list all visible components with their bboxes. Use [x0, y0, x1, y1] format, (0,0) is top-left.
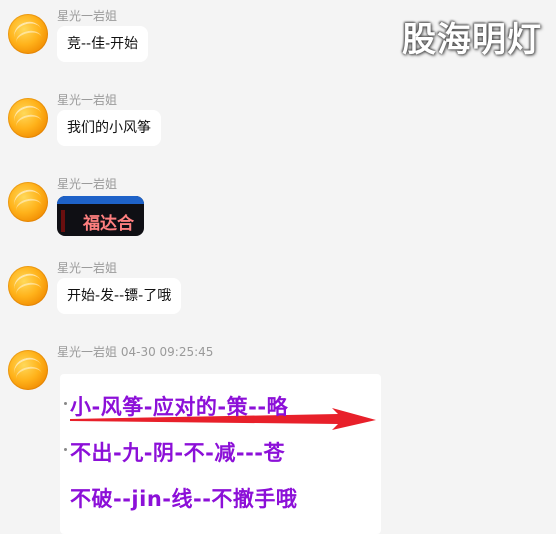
sender-name: 星光一岩姐 04-30 09:25:45 [57, 343, 213, 360]
sender-name: 星光一岩姐 [57, 177, 118, 191]
watermark-text: 股海明灯 [402, 20, 542, 60]
sticker-text: 福达合 [83, 214, 134, 234]
sticker-edge [61, 210, 65, 232]
sender-name: 星光一岩姐 [57, 261, 118, 275]
message-timestamp: 04-30 09:25:45 [120, 345, 214, 359]
message-bubble[interactable]: 竞--佳-开始 [57, 26, 149, 62]
avatar[interactable] [8, 14, 48, 54]
message-image[interactable]: 小-风筝-应对的-策--略 不出-九-阴-不-减---苍 不破--jin-线--… [60, 374, 381, 534]
avatar[interactable] [8, 182, 48, 222]
list-bullet [64, 448, 67, 451]
sticker-band [57, 196, 144, 204]
sender-name: 星光一岩姐 [57, 9, 118, 23]
sticker-image[interactable]: 福达合 [57, 196, 144, 236]
avatar[interactable] [8, 98, 48, 138]
sender-name-text: 星光一岩姐 [57, 345, 118, 359]
message-bubble[interactable]: 我们的小风筝 [57, 110, 161, 146]
avatar[interactable] [8, 266, 48, 306]
image-text-line: 不出-九-阴-不-减---苍 [70, 441, 286, 465]
avatar[interactable] [8, 350, 48, 390]
image-text-line: 小-风筝-应对的-策--略 [70, 395, 289, 419]
message-bubble[interactable]: 开始-发--镖-了哦 [57, 278, 182, 314]
list-bullet [64, 402, 67, 405]
sender-name: 星光一岩姐 [57, 93, 118, 107]
image-text-line: 不破--jin-线--不撤手哦 [70, 487, 298, 511]
